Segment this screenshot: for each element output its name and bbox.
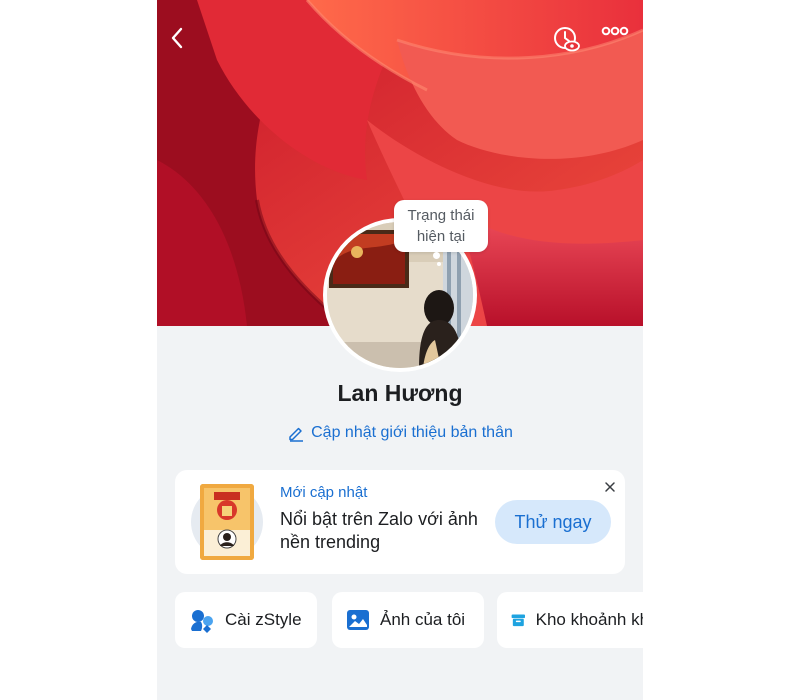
- quick-actions: Cài zStyle Ảnh của tôi Kho khoảnh khắc: [157, 592, 643, 648]
- status-bubble[interactable]: Trạng thái hiện tại: [394, 200, 488, 252]
- status-bubble-line2: hiện tại: [416, 228, 466, 245]
- promo-card: Mới cập nhật Nổi bật trên Zalo với ảnh n…: [175, 470, 625, 574]
- trending-cover-preview-image: [200, 484, 254, 560]
- more-dots-icon: [601, 26, 629, 36]
- chip-zstyle[interactable]: Cài zStyle: [175, 592, 317, 648]
- profile-screen: Trạng thái hiện tại Lan Hương Cập nhật g…: [157, 0, 643, 700]
- promo-close-button[interactable]: [601, 478, 619, 496]
- bubble-tail-dot-small: [437, 262, 441, 266]
- status-bubble-line1: Trạng thái: [407, 207, 475, 224]
- update-intro-label: Cập nhật giới thiệu bản thân: [311, 424, 513, 441]
- update-intro-link[interactable]: Cập nhật giới thiệu bản thân: [157, 424, 643, 442]
- chip-moments-archive[interactable]: Kho khoảnh khắc: [497, 592, 643, 648]
- pencil-icon: [289, 427, 304, 442]
- chip-zstyle-label: Cài zStyle: [225, 610, 302, 629]
- chevron-left-icon: [171, 27, 183, 49]
- photo-icon: [347, 610, 369, 630]
- more-options-button[interactable]: [601, 26, 635, 54]
- promo-label: Mới cập nhật: [280, 484, 368, 501]
- close-icon: [605, 482, 615, 492]
- bubble-tail-dot: [433, 252, 440, 259]
- promo-text: Nổi bật trên Zalo với ảnh nền trending: [280, 509, 478, 552]
- profile-name: Lan Hương: [337, 380, 463, 406]
- chip-my-photos-label: Ảnh của tôi: [380, 610, 466, 629]
- chip-moments-archive-label: Kho khoảnh khắc: [535, 610, 643, 629]
- archive-box-icon: [511, 614, 526, 627]
- chip-my-photos[interactable]: Ảnh của tôi: [332, 592, 484, 648]
- back-button[interactable]: [169, 26, 197, 54]
- clock-eye-icon: [554, 27, 580, 52]
- promo-thumbnail: [200, 484, 254, 560]
- try-now-button[interactable]: Thử ngay: [495, 500, 611, 544]
- view-history-button[interactable]: [553, 26, 583, 56]
- zstyle-icon: [191, 610, 213, 633]
